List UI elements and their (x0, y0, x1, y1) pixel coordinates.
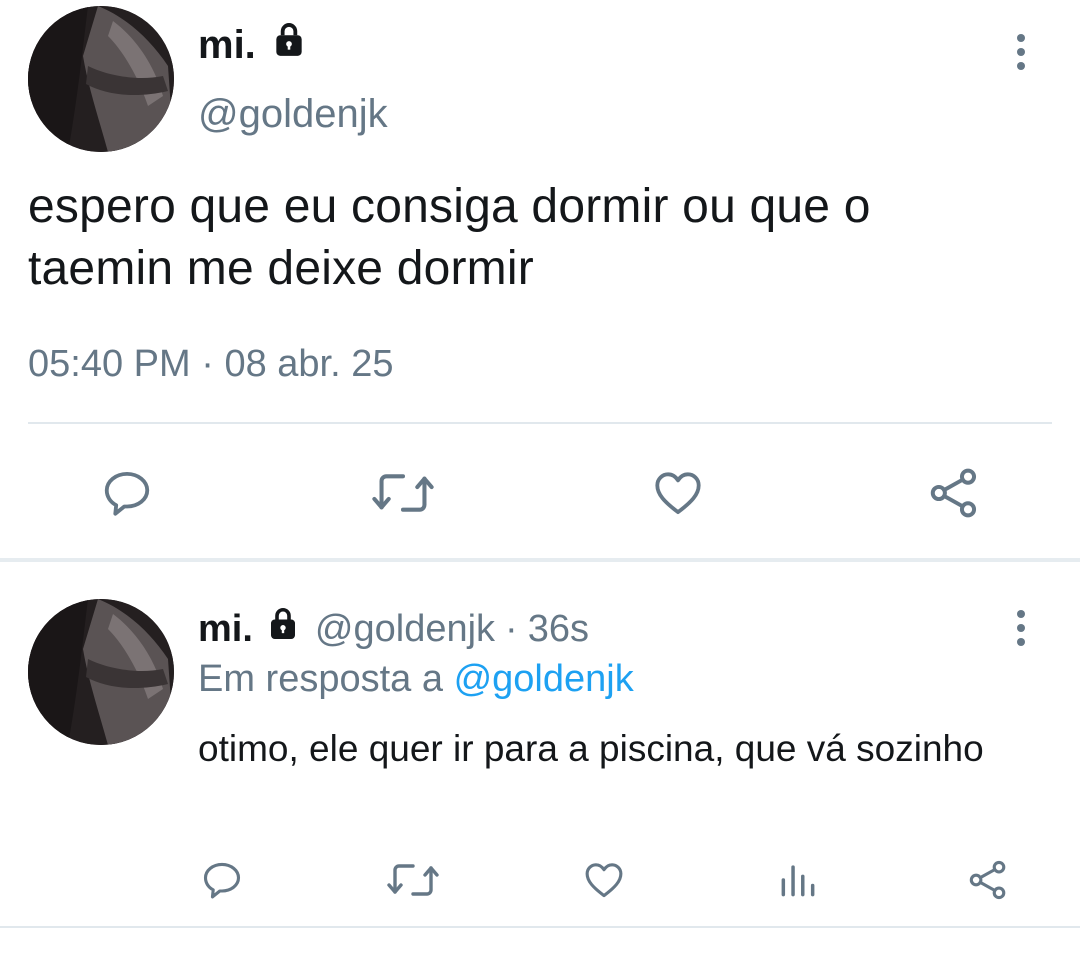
reply-header: mi. @goldenjk · 36s (198, 606, 589, 652)
reply-author-handle[interactable]: @goldenjk (315, 608, 495, 651)
more-options-icon[interactable] (1011, 34, 1031, 70)
like-button[interactable] (647, 462, 709, 524)
reply-separator: · (505, 607, 518, 650)
like-icon (655, 472, 701, 515)
timestamp-separator: · (201, 343, 214, 385)
lock-icon (265, 606, 301, 652)
reply-age[interactable]: 36s (528, 608, 589, 651)
reply-reply-button[interactable] (198, 856, 246, 904)
reply-share-button[interactable] (964, 856, 1012, 904)
in-reply-to: Em resposta a @goldenjk (198, 658, 634, 701)
reply-button[interactable] (96, 462, 158, 524)
tweet-text: espero que eu consiga dormir ou que o ta… (28, 180, 871, 295)
share-icon (969, 860, 1006, 900)
reply-like-button[interactable] (580, 856, 628, 904)
tweet-date: 08 abr. 25 (224, 343, 394, 385)
avatar[interactable] (28, 6, 174, 152)
lock-icon (270, 21, 308, 69)
author-name-text: mi. (198, 22, 256, 67)
tweet-time: 05:40 PM (28, 343, 191, 385)
author-handle[interactable]: @goldenjk (198, 92, 388, 137)
bottom-divider (0, 926, 1080, 928)
reply-retweet-button[interactable] (386, 856, 440, 904)
share-button[interactable] (923, 462, 985, 524)
retweet-icon (387, 864, 439, 896)
retweet-button[interactable] (370, 462, 436, 524)
reply-analytics-button[interactable] (774, 856, 822, 904)
reply-avatar[interactable] (28, 599, 174, 745)
section-divider (0, 558, 1080, 562)
share-icon (930, 468, 977, 518)
in-reply-to-prefix: Em resposta a (198, 658, 443, 700)
reply-more-options-icon[interactable] (1011, 610, 1031, 646)
in-reply-to-link[interactable]: @goldenjk (454, 658, 634, 700)
retweet-icon (372, 474, 434, 512)
analytics-icon (781, 865, 815, 897)
tweet-timestamp[interactable]: 05:40 PM · 08 abr. 25 (28, 343, 393, 386)
reply-text: otimo, ele quer ir para a piscina, que v… (198, 728, 984, 769)
reply-author-name[interactable]: mi. (198, 606, 301, 652)
reply-author-name-text: mi. (198, 607, 253, 650)
reply-icon (104, 471, 150, 516)
divider (28, 422, 1052, 424)
like-icon (585, 863, 623, 898)
reply-icon (203, 862, 241, 899)
author-name[interactable]: mi. (198, 22, 308, 68)
